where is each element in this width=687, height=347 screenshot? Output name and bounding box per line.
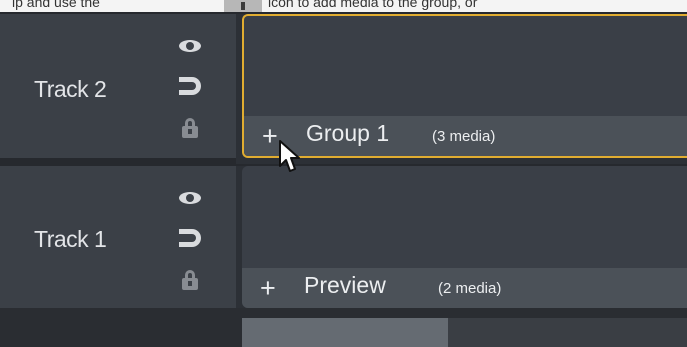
group-name: Group 1 <box>306 120 390 146</box>
instruction-text-continued: icon to add media to the group, or <box>268 0 478 10</box>
magnet-icon[interactable] <box>176 228 204 248</box>
expand-group-icon[interactable]: + <box>260 275 276 302</box>
lock-icon[interactable] <box>176 118 204 138</box>
track-label: Track 2 <box>34 76 107 102</box>
track-header-track-2[interactable]: Track 2 <box>0 14 236 158</box>
group-title-bar: + Preview (2 media) <box>242 268 687 308</box>
horizontal-scrollbar[interactable] <box>242 318 687 347</box>
instruction-text: ip and use the <box>12 0 100 10</box>
scrollbar-thumb[interactable] <box>242 318 448 347</box>
magnet-icon[interactable] <box>176 76 204 96</box>
eye-icon[interactable] <box>176 36 204 56</box>
media-count: (3 media) <box>432 128 496 145</box>
group-title-bar: + Group 1 (3 media) <box>244 116 687 156</box>
timeline-panel: ip and use the icon to add media to the … <box>0 0 687 347</box>
track-label: Track 1 <box>34 226 107 252</box>
eye-icon[interactable] <box>176 188 204 208</box>
lock-icon[interactable] <box>176 270 204 290</box>
group-clip-group-1[interactable]: + Group 1 (3 media) <box>242 14 687 158</box>
mouse-cursor-icon <box>279 140 300 172</box>
group-name: Preview <box>304 272 386 298</box>
timeline-scroll-row <box>0 308 687 347</box>
track-header-track-1[interactable]: Track 1 <box>0 166 236 308</box>
expand-group-icon[interactable]: + <box>262 123 278 150</box>
instruction-strip: ip and use the icon to add media to the … <box>0 0 687 12</box>
group-clip-preview[interactable]: + Preview (2 media) <box>242 166 687 308</box>
media-count: (2 media) <box>438 280 502 297</box>
add-media-icon <box>224 0 262 12</box>
